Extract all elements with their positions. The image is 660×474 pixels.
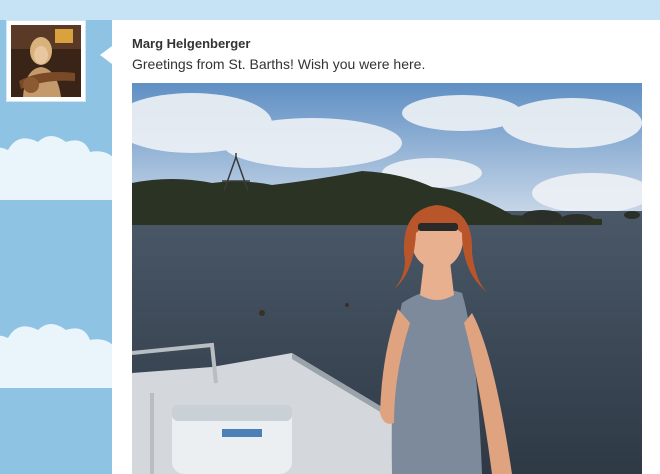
post-card: Marg Helgenberger Greetings from St. Bar…	[112, 20, 660, 474]
page-top-band	[0, 0, 660, 20]
avatar-image	[11, 25, 81, 97]
post-photo[interactable]	[132, 83, 642, 474]
cloud-decoration	[0, 324, 120, 388]
cloud-decoration	[0, 136, 120, 200]
avatar[interactable]	[6, 20, 86, 102]
author-name[interactable]: Marg Helgenberger	[132, 36, 250, 51]
post-message: Greetings from St. Barths! Wish you were…	[132, 56, 426, 72]
card-pointer	[100, 46, 112, 64]
